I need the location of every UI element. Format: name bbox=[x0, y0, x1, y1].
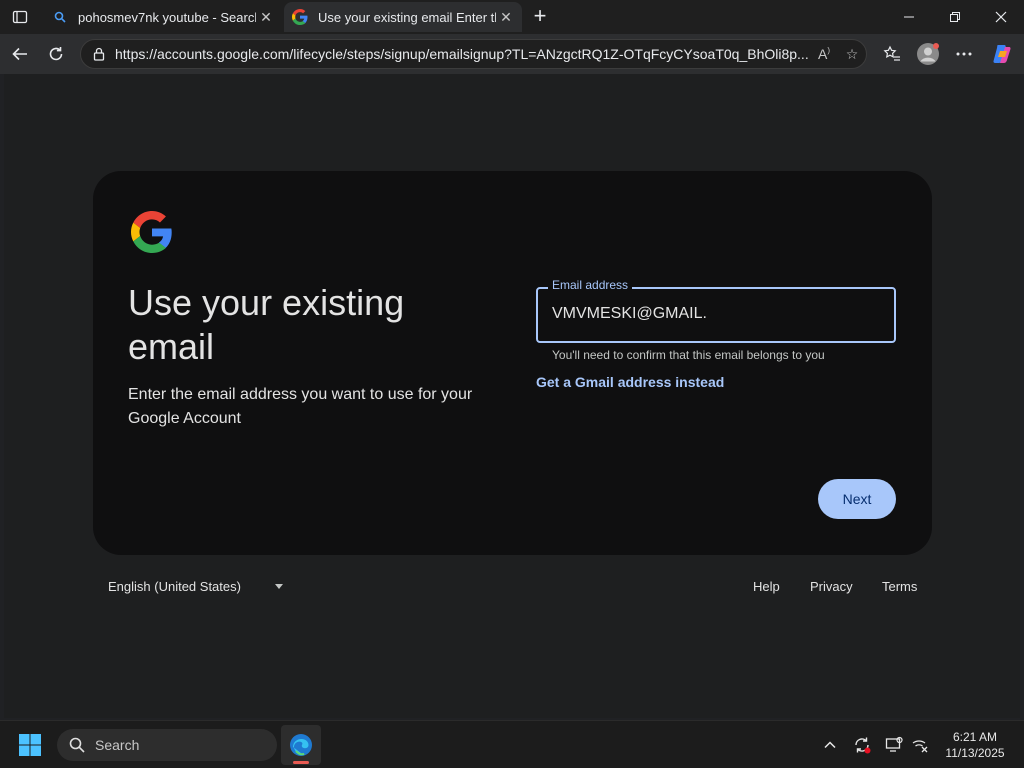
copilot-icon bbox=[993, 45, 1011, 63]
page-content: Use your existing email Enter the email … bbox=[4, 74, 1020, 718]
search-icon bbox=[69, 737, 85, 753]
edge-icon bbox=[290, 734, 312, 756]
windows-start-icon[interactable] bbox=[18, 733, 42, 757]
network-offline-icon bbox=[912, 740, 928, 753]
tab-title: Use your existing email Enter the bbox=[318, 9, 496, 25]
help-link[interactable]: Help bbox=[753, 579, 780, 594]
tab-actions-icon bbox=[12, 10, 28, 24]
edge-taskbar-button[interactable] bbox=[281, 725, 321, 765]
email-helper-text: You'll need to confirm that this email b… bbox=[552, 348, 825, 362]
monitor-icon bbox=[885, 736, 903, 752]
favorites-button[interactable] bbox=[878, 40, 906, 68]
email-field-label: Email address bbox=[548, 278, 633, 292]
favorite-star-icon[interactable]: ☆ bbox=[838, 46, 866, 63]
avatar-icon bbox=[917, 43, 939, 65]
more-dots-icon bbox=[956, 52, 972, 56]
google-logo-icon bbox=[131, 211, 172, 253]
site-info-icon[interactable] bbox=[89, 47, 109, 61]
close-tab-icon[interactable]: ✕ bbox=[496, 7, 516, 27]
restore-button[interactable] bbox=[932, 0, 978, 34]
restore-icon bbox=[950, 12, 960, 22]
close-icon bbox=[995, 11, 1007, 23]
close-window-button[interactable] bbox=[978, 0, 1024, 34]
taskbar: Search 6:21 AM 11/13/2025 bbox=[0, 720, 1024, 768]
profile-button[interactable] bbox=[914, 40, 942, 68]
back-button[interactable] bbox=[6, 40, 34, 68]
copilot-button[interactable] bbox=[988, 40, 1016, 68]
sync-tray-button[interactable] bbox=[850, 733, 874, 757]
address-bar[interactable]: https://accounts.google.com/lifecycle/st… bbox=[80, 39, 867, 69]
clock-time: 6:21 AM bbox=[952, 730, 998, 744]
tab-search[interactable]: pohosmev7nk youtube - Search ✕ bbox=[44, 2, 282, 32]
email-input[interactable] bbox=[552, 305, 872, 323]
network-volume-tray-button[interactable] bbox=[908, 733, 932, 757]
tab-actions-button[interactable] bbox=[6, 6, 34, 28]
language-label: English (United States) bbox=[108, 579, 241, 594]
caret-down-icon bbox=[274, 584, 283, 589]
email-field[interactable]: Email address bbox=[536, 278, 896, 343]
sync-icon bbox=[855, 737, 871, 754]
page-description: Enter the email address you want to use … bbox=[128, 386, 473, 427]
terms-link[interactable]: Terms bbox=[882, 579, 917, 594]
get-gmail-address-link[interactable]: Get a Gmail address instead bbox=[536, 374, 724, 390]
clock-date: 11/13/2025 bbox=[945, 746, 1005, 760]
minimize-button[interactable] bbox=[886, 0, 932, 34]
privacy-link[interactable]: Privacy bbox=[810, 579, 853, 594]
page-title: Use your existing email bbox=[128, 282, 405, 367]
search-favicon-icon bbox=[52, 9, 68, 25]
display-tray-button[interactable] bbox=[882, 733, 906, 757]
address-bar-url: https://accounts.google.com/lifecycle/st… bbox=[115, 46, 809, 62]
close-tab-icon[interactable]: ✕ bbox=[256, 7, 276, 27]
page-footer: English (United States) Help Privacy Ter… bbox=[4, 574, 1020, 604]
next-button[interactable]: Next bbox=[818, 479, 896, 519]
new-tab-button[interactable]: + bbox=[528, 5, 552, 29]
google-favicon-icon bbox=[292, 9, 308, 25]
settings-menu-button[interactable] bbox=[950, 40, 978, 68]
tab-google-signup[interactable]: Use your existing email Enter the ✕ bbox=[284, 2, 522, 32]
read-aloud-icon[interactable]: A) bbox=[810, 46, 838, 62]
signup-card: Use your existing email Enter the email … bbox=[93, 171, 932, 555]
browser-toolbar: https://accounts.google.com/lifecycle/st… bbox=[0, 34, 1024, 74]
taskbar-search-box[interactable]: Search bbox=[57, 729, 277, 761]
browser-tab-strip: pohosmev7nk youtube - Search ✕ Use your … bbox=[0, 0, 1024, 34]
back-arrow-icon bbox=[12, 47, 27, 61]
favorites-icon bbox=[883, 45, 900, 61]
taskbar-search-placeholder: Search bbox=[95, 737, 140, 753]
show-hidden-icons-button[interactable] bbox=[818, 733, 842, 757]
language-selector[interactable]: English (United States) bbox=[108, 579, 283, 594]
refresh-button[interactable] bbox=[42, 40, 70, 68]
tab-title: pohosmev7nk youtube - Search bbox=[78, 9, 256, 25]
edge-active-indicator bbox=[293, 761, 309, 764]
chevron-up-icon bbox=[824, 741, 836, 749]
taskbar-clock[interactable]: 6:21 AM 11/13/2025 bbox=[940, 729, 1010, 761]
minimize-icon bbox=[904, 16, 914, 18]
refresh-icon bbox=[49, 47, 63, 61]
